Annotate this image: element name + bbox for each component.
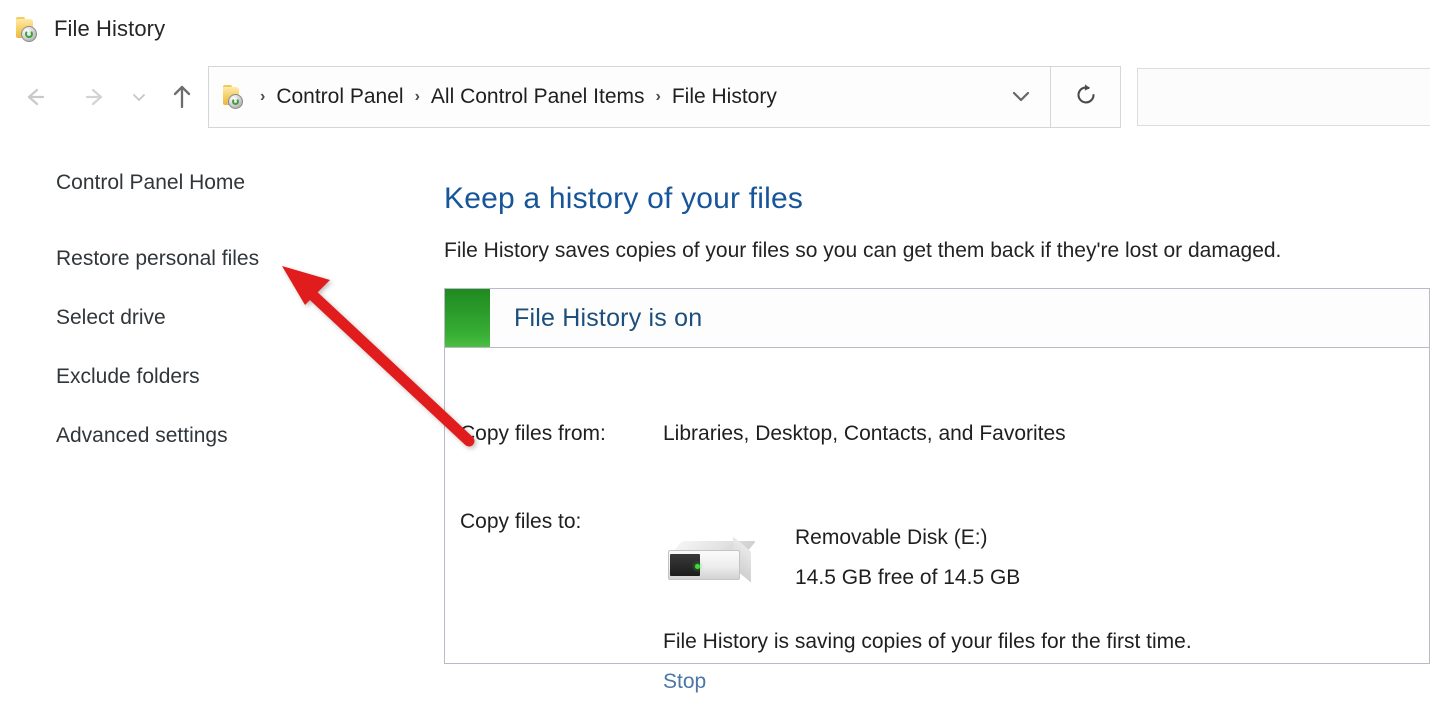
target-drive-name: Removable Disk (E:) [795,527,988,548]
up-one-level-button[interactable] [160,66,204,128]
sidebar-item-advanced-settings[interactable]: Advanced settings [0,425,420,446]
page-description: File History saves copies of your files … [444,240,1430,261]
breadcrumb-separator-2: › [647,89,670,105]
external-drive-icon [667,537,757,593]
arrow-up-icon [167,81,197,113]
window-title-bar: File History [0,0,1430,58]
sidebar-item-restore-personal-files[interactable]: Restore personal files [0,248,420,269]
file-history-status-panel: File History is on Copy files from: Libr… [444,288,1430,664]
task-pane: Control Panel Home Restore personal file… [0,150,420,446]
page-title: Keep a history of your files [444,184,1430,214]
status-badge: File History is on [514,304,702,333]
breadcrumb-separator-0: › [251,89,274,105]
breadcrumb-separator-1: › [406,89,429,105]
sidebar-item-select-drive[interactable]: Select drive [0,307,420,328]
breadcrumb-folder-icon [221,84,247,110]
sidebar-item-exclude-folders[interactable]: Exclude folders [0,366,420,387]
arrow-left-icon [19,82,49,112]
status-color-swatch [445,289,490,347]
chevron-down-icon [1008,83,1034,114]
forward-button[interactable] [74,66,118,128]
recent-locations-button[interactable] [122,66,156,128]
arrow-right-icon [81,82,111,112]
breadcrumb-control-panel[interactable]: Control Panel [274,85,405,109]
file-history-folder-icon [14,15,42,43]
status-banner: File History is on [445,289,1429,348]
main-content: Keep a history of your files File Histor… [444,150,1430,664]
breadcrumb-file-history[interactable]: File History [670,85,779,109]
copy-files-to-label: Copy files to: [460,511,581,532]
chevron-down-icon [130,88,148,106]
breadcrumb-all-control-panel-items[interactable]: All Control Panel Items [429,85,647,109]
search-input[interactable] [1137,68,1430,126]
sidebar-item-control-panel-home[interactable]: Control Panel Home [0,172,420,193]
backup-progress-message: File History is saving copies of your fi… [663,631,1192,652]
stop-link[interactable]: Stop [663,671,706,692]
address-dropdown-button[interactable] [1008,67,1034,129]
refresh-icon [1072,81,1100,114]
window-title: File History [54,16,165,42]
copy-files-from-value: Libraries, Desktop, Contacts, and Favori… [663,423,1066,444]
address-bar[interactable]: › Control Panel › All Control Panel Item… [208,66,1051,128]
refresh-button[interactable] [1051,66,1121,128]
target-drive-capacity: 14.5 GB free of 14.5 GB [795,567,1020,588]
copy-files-from-label: Copy files from: [460,423,606,444]
back-button[interactable] [12,66,56,128]
